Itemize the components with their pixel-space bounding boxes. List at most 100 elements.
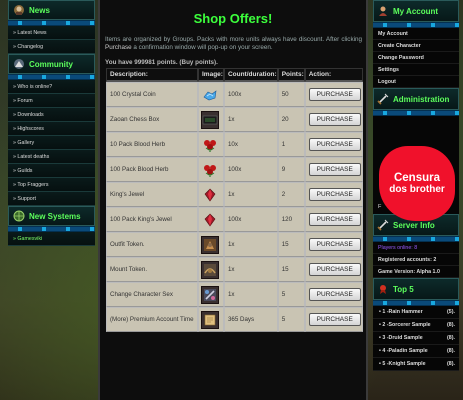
sword-icon [377, 93, 389, 105]
community-header[interactable]: Community [8, 54, 95, 74]
sidebar-item[interactable]: » Highscores [8, 122, 95, 136]
item-description: Change Character Sex [106, 282, 198, 307]
top5-entry[interactable]: • 3 -Druid Sample (8). [373, 332, 459, 345]
top5-level: (8). [447, 322, 455, 328]
top5-name: • 3 -Druid Sample [379, 335, 423, 341]
sword-icon [377, 219, 389, 231]
my-account-title: My Account [393, 6, 439, 16]
new-systems-header[interactable]: New Systems [8, 206, 95, 226]
chess-box-icon [201, 110, 219, 129]
kings-jewel-icon [201, 186, 219, 204]
top5-entry[interactable]: • 1 -Rain Hammer (5). [373, 306, 459, 319]
players-online[interactable]: Players online: 8 [373, 242, 459, 254]
kings-jewel-icon [201, 211, 219, 229]
news-icon [13, 4, 25, 16]
col-image: Image: [198, 68, 224, 82]
item-count: 10x [223, 132, 278, 157]
item-points: 20 [277, 107, 305, 132]
news-header[interactable]: News [8, 0, 95, 20]
item-description: 10 Pack Blood Herb [106, 132, 198, 157]
intro-text-1: Items are organized by Groups. Packs wit… [105, 36, 362, 43]
account-menu-item[interactable]: Change Password [373, 52, 459, 64]
purchase-button[interactable]: PURCHASE [308, 113, 361, 126]
item-action-cell: PURCHASE [304, 307, 363, 332]
table-row: 10 Pack Blood Herb 10x 1 PURCHASE [106, 132, 363, 157]
community-list: » Who is online? » Forum » Downloads » High… [8, 80, 95, 206]
top5-name: • 5 -Knight Sample [379, 361, 426, 367]
top5-entry[interactable]: • 2 -Sorcerer Sample (8). [373, 319, 459, 332]
item-points: 9 [277, 157, 305, 182]
admin-item-fragment[interactable]: F [378, 204, 381, 210]
item-action-cell: PURCHASE [304, 282, 363, 307]
news-title: News [29, 5, 50, 15]
item-description: 100 Crystal Coin [106, 82, 198, 107]
server-info-title: Server Info [393, 220, 435, 230]
sidebar-item[interactable]: » Changelog [8, 40, 95, 54]
item-points: 2 [277, 182, 305, 207]
purchase-button[interactable]: PURCHASE [308, 88, 361, 101]
purchase-button[interactable]: PURCHASE [308, 288, 361, 301]
item-count: 1x [223, 282, 278, 307]
sidebar-item[interactable]: » Top Fraggers [8, 178, 95, 192]
sidebar-item[interactable]: » Forum [8, 94, 95, 108]
account-menu-item[interactable]: Logout [373, 76, 459, 88]
item-action-cell: PURCHASE [304, 257, 363, 282]
item-action-cell: PURCHASE [304, 132, 363, 157]
purchase-button[interactable]: PURCHASE [308, 238, 361, 251]
shop-intro: Items are organized by Groups. Packs wit… [105, 36, 362, 52]
item-image-cell [198, 82, 224, 107]
points-balance[interactable]: You have 999981 points. (Buy points). [105, 59, 361, 66]
my-account-header[interactable]: My Account [373, 0, 459, 22]
premium-scroll-icon [201, 310, 219, 329]
sidebar-item[interactable]: » Gamesviki [8, 232, 95, 246]
main-content: Shop Offers! Items are organized by Grou… [98, 0, 368, 400]
registered-accounts: Registered accounts: 2 [373, 254, 459, 266]
item-points: 1 [277, 132, 305, 157]
purchase-button[interactable]: PURCHASE [308, 313, 361, 326]
purchase-button[interactable]: PURCHASE [308, 263, 361, 276]
item-points: 5 [277, 282, 305, 307]
item-description: Outfit Token. [106, 232, 198, 257]
item-image-cell [198, 307, 224, 332]
item-count: 1x [223, 107, 278, 132]
item-description: King's Jewel [106, 182, 198, 207]
purchase-button[interactable]: PURCHASE [308, 213, 361, 226]
sidebar-item-label: » Guilds [13, 167, 33, 174]
item-count: 1x [223, 232, 278, 257]
item-action-cell: PURCHASE [304, 82, 363, 107]
item-image-cell [198, 232, 224, 257]
shop-table-body: 100 Crystal Coin 100x 50 PURCHASE Zaoan Ches… [106, 82, 363, 332]
table-row: (More) Premium Account Time 365 Days 5 PURC… [106, 307, 363, 332]
item-action-cell: PURCHASE [304, 182, 363, 207]
sidebar-item[interactable]: » Guilds [8, 164, 95, 178]
outfit-token-icon [201, 235, 219, 254]
item-action-cell: PURCHASE [304, 207, 363, 232]
purchase-button[interactable]: PURCHASE [308, 163, 361, 176]
account-menu-item[interactable]: Create Character [373, 40, 459, 52]
administration-header[interactable]: Administration [373, 88, 459, 110]
blood-herb-icon [201, 136, 219, 154]
ribbon-icon [377, 283, 389, 295]
purchase-button[interactable]: PURCHASE [308, 138, 361, 151]
account-menu-item[interactable]: My Account [373, 28, 459, 40]
crystal-coin-icon [201, 86, 219, 104]
sidebar-item[interactable]: » Who is online? [8, 80, 95, 94]
top5-entry[interactable]: • 4 -Paladin Sample (8). [373, 345, 459, 358]
left-sidebar: News » Latest News» Changelog Community … [8, 0, 95, 246]
sidebar-item[interactable]: » Latest News [8, 26, 95, 40]
top5-entry[interactable]: • 5 -Knight Sample (8). [373, 358, 459, 371]
sidebar-item[interactable]: » Downloads [8, 108, 95, 122]
new-systems-title: New Systems [29, 211, 81, 221]
item-count: 365 Days [223, 307, 278, 332]
item-image-cell [198, 282, 224, 307]
purchase-button[interactable]: PURCHASE [308, 188, 361, 201]
item-count: 100x [223, 157, 278, 182]
item-description: 100 Pack Blood Herb [106, 157, 198, 182]
sidebar-item[interactable]: » Support [8, 192, 95, 206]
top5-name: • 4 -Paladin Sample [379, 348, 428, 354]
account-menu-item[interactable]: Settings [373, 64, 459, 76]
page-title: Shop Offers! [193, 11, 273, 26]
sidebar-item[interactable]: » Latest deaths [8, 150, 95, 164]
censor-text: Censura [393, 172, 441, 184]
sidebar-item[interactable]: » Gallery [8, 136, 95, 150]
